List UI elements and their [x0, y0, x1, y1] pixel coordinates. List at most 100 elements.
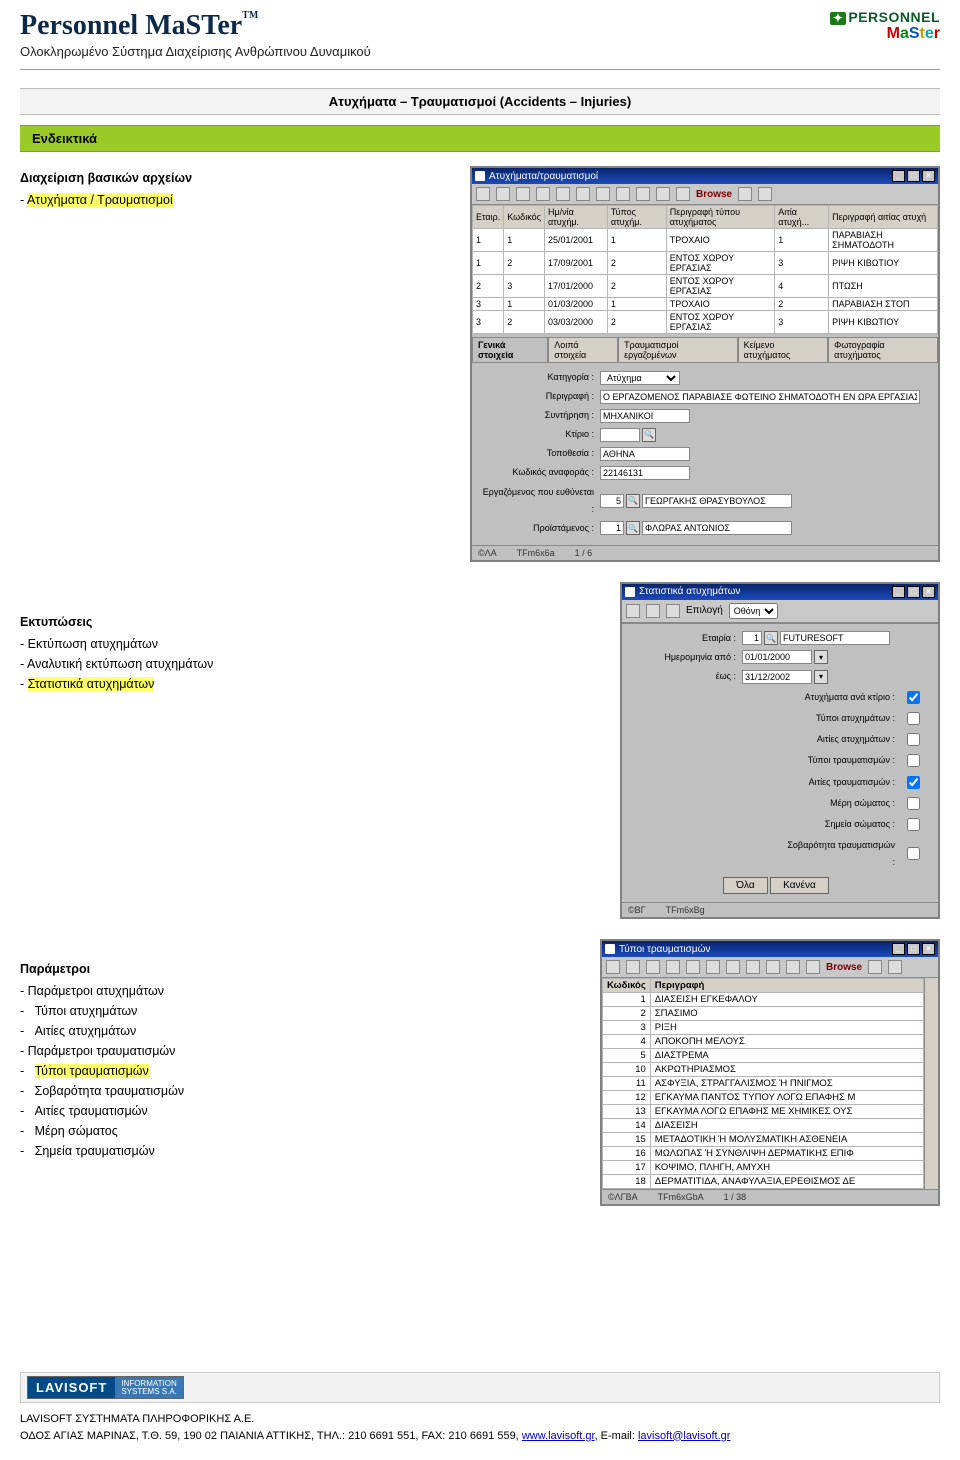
minimize-button[interactable]: _ [892, 943, 905, 955]
resp-name-input[interactable] [642, 494, 792, 508]
win-accidents-titlebar[interactable]: Ατυχήματα/τραυματισμοί _ □ × [472, 168, 938, 184]
checkbox[interactable] [907, 733, 920, 746]
select-all-button[interactable]: Όλα [723, 877, 767, 894]
output-select[interactable]: Οθόνη [729, 603, 778, 619]
grid-header[interactable]: Κωδικός [504, 206, 545, 229]
save-icon[interactable] [868, 960, 882, 974]
undo-icon[interactable] [616, 187, 630, 201]
maximize-button[interactable]: □ [907, 170, 920, 182]
checkbox[interactable] [907, 797, 920, 810]
grid-header[interactable]: Ημ/νία ατυχήμ. [544, 206, 607, 229]
delete-icon[interactable] [596, 187, 610, 201]
disk-icon[interactable] [888, 960, 902, 974]
list-item[interactable]: 2ΣΠΑΣΙΜΟ [603, 1007, 924, 1021]
tab-1[interactable]: Λοιπά στοιχεία [548, 337, 618, 362]
nav-prev-icon[interactable] [626, 960, 640, 974]
checkbox[interactable] [907, 818, 920, 831]
desc-input[interactable] [600, 390, 920, 404]
checkbox[interactable] [907, 847, 920, 860]
checkbox[interactable] [907, 691, 920, 704]
footer-link-email[interactable]: lavisoft@lavisoft.gr [638, 1430, 730, 1442]
tab-3[interactable]: Κείμενο ατυχήματος [738, 337, 829, 362]
print-icon[interactable] [786, 960, 800, 974]
add-icon[interactable] [686, 960, 700, 974]
tab-2[interactable]: Τραυματισμοί εργαζομένων [618, 337, 738, 362]
calendar-icon[interactable]: ▾ [814, 650, 828, 664]
win-statistics-titlebar[interactable]: Στατιστικά ατυχημάτων _ □ × [622, 584, 938, 600]
print-icon[interactable] [626, 604, 640, 618]
col-desc[interactable]: Περιγραφή [650, 979, 923, 993]
list-item[interactable]: 4ΑΠΟΚΟΠΗ ΜΕΛΟΥΣ [603, 1035, 924, 1049]
tab-4[interactable]: Φωτογραφία ατυχήματος [828, 337, 938, 362]
table-row[interactable]: 2317/01/20002ΕΝΤΟΣ ΧΩΡΟΥ ΕΡΓΑΣΙΑΣ4ΠΤΩΣΗ [473, 275, 938, 298]
save-icon[interactable] [646, 604, 660, 618]
search-icon[interactable] [636, 187, 650, 201]
delete-icon[interactable] [726, 960, 740, 974]
resp-code-input[interactable] [600, 494, 624, 508]
maximize-button[interactable]: □ [907, 943, 920, 955]
nav-prev-icon[interactable] [496, 187, 510, 201]
maximize-button[interactable]: □ [907, 586, 920, 598]
grid-header[interactable]: Εταιρ. [473, 206, 504, 229]
col-code[interactable]: Κωδικός [603, 979, 651, 993]
footer-link-web[interactable]: www.lavisoft.gr [522, 1430, 595, 1442]
nav-next-icon[interactable] [516, 187, 530, 201]
nav-first-icon[interactable] [606, 960, 620, 974]
checkbox[interactable] [907, 712, 920, 725]
list-item[interactable]: 5ΔΙΑΣΤΡΕΜΑ [603, 1049, 924, 1063]
calendar-icon[interactable]: ▾ [814, 670, 828, 684]
table-row[interactable]: 3203/03/20002ΕΝΤΟΣ ΧΩΡΟΥ ΕΡΓΑΣΙΑΣ3ΡΙΨΗ Κ… [473, 311, 938, 334]
list-item[interactable]: 10ΑΚΡΩΤΗΡΙΑΣΜΟΣ [603, 1063, 924, 1077]
table-row[interactable]: 1217/09/20012ΕΝΤΟΣ ΧΩΡΟΥ ΕΡΓΑΣΙΑΣ3ΡΙΨΗ Κ… [473, 252, 938, 275]
list-item[interactable]: 17ΚΟΨΙΜΟ, ΠΛΗΓΗ, ΑΜΥΧΗ [603, 1161, 924, 1175]
copy-icon[interactable] [666, 604, 680, 618]
to-input[interactable] [742, 670, 812, 684]
company-name-input[interactable] [780, 631, 890, 645]
table-row[interactable]: 1125/01/20011ΤΡΟΧΑΙΟ1ΠΑΡΑΒΙΑΣΗ ΣΗΜΑΤΟΔΟΤ… [473, 229, 938, 252]
lookup-icon[interactable]: 🔍 [626, 494, 640, 508]
table-row[interactable]: 3101/03/20001ΤΡΟΧΑΙΟ2ΠΑΡΑΒΙΑΣΗ ΣΤΟΠ [473, 298, 938, 311]
stop-icon[interactable] [806, 960, 820, 974]
edit-icon[interactable] [706, 960, 720, 974]
grid-header[interactable]: Περιγραφή τύπου ατυχήματος [666, 206, 774, 229]
cat-select[interactable]: Ατύχημα [600, 371, 680, 385]
close-button[interactable]: × [922, 170, 935, 182]
browse-label[interactable]: Browse [696, 189, 732, 200]
nav-last-icon[interactable] [536, 187, 550, 201]
save-icon[interactable] [738, 187, 752, 201]
browse-label[interactable]: Browse [826, 962, 862, 973]
grid-header[interactable]: Περιγραφή αιτίας ατυχή [829, 206, 938, 229]
list-item[interactable]: 15ΜΕΤΑΔΟΤΙΚΗ Ή ΜΟΛΥΣΜΑΤΙΚΗ ΑΣΘΕΝΕΙΑ [603, 1133, 924, 1147]
loc-input[interactable] [600, 447, 690, 461]
sup-name-input[interactable] [642, 521, 792, 535]
grid-header[interactable]: Τύπος ατυχήμ. [607, 206, 666, 229]
list-item[interactable]: 3ΡΙΞΗ [603, 1021, 924, 1035]
list-item[interactable]: 18ΔΕΡΜΑΤΙΤΙΔΑ, ΑΝΑΦΥΛΑΞΙΑ,ΕΡΕΘΙΣΜΟΣ ΔΕ [603, 1175, 924, 1189]
list-item[interactable]: 13ΕΓΚΑΥΜΑ ΛΟΓΩ ΕΠΑΦΗΣ ΜΕ ΧΗΜΙΚΕΣ ΟΥΣ [603, 1105, 924, 1119]
list-item[interactable]: 12ΕΓΚΑΥΜΑ ΠΑΝΤΟΣ ΤΥΠΟΥ ΛΟΓΩ ΕΠΑΦΗΣ Μ [603, 1091, 924, 1105]
from-input[interactable] [742, 650, 812, 664]
win-injury-types-list[interactable]: Κωδικός Περιγραφή 1ΔΙΑΣΕΙΣΗ ΕΓΚΕΦΑΛΟΥ2ΣΠ… [602, 978, 938, 1189]
nav-next-icon[interactable] [646, 960, 660, 974]
lookup-icon[interactable]: 🔍 [626, 521, 640, 535]
nav-first-icon[interactable] [476, 187, 490, 201]
win-injury-types-titlebar[interactable]: Τύποι τραυματισμών _ □ × [602, 941, 938, 957]
lookup-icon[interactable]: 🔍 [642, 428, 656, 442]
lookup-icon[interactable]: 🔍 [764, 631, 778, 645]
close-button[interactable]: × [922, 586, 935, 598]
list-item[interactable]: 16ΜΩΛΩΠΑΣ Ή ΣΥΝΘΛΙΨΗ ΔΕΡΜΑΤΙΚΗΣ ΕΠΙΦ [603, 1147, 924, 1161]
stop-icon[interactable] [676, 187, 690, 201]
list-item[interactable]: 11ΑΣΦΥΞΙΑ, ΣΤΡΑΓΓΑΛΙΣΜΟΣ Ή ΠΝΙΓΜΟΣ [603, 1077, 924, 1091]
minimize-button[interactable]: _ [892, 170, 905, 182]
scrollbar[interactable] [924, 978, 938, 1189]
disk-icon[interactable] [758, 187, 772, 201]
ref-input[interactable] [600, 466, 690, 480]
build-input[interactable] [600, 428, 640, 442]
sup-code-input[interactable] [600, 521, 624, 535]
print-icon[interactable] [656, 187, 670, 201]
checkbox[interactable] [907, 776, 920, 789]
grid-header[interactable]: Αιτία ατυχή... [775, 206, 829, 229]
srv-input[interactable] [600, 409, 690, 423]
edit-icon[interactable] [576, 187, 590, 201]
undo-icon[interactable] [746, 960, 760, 974]
